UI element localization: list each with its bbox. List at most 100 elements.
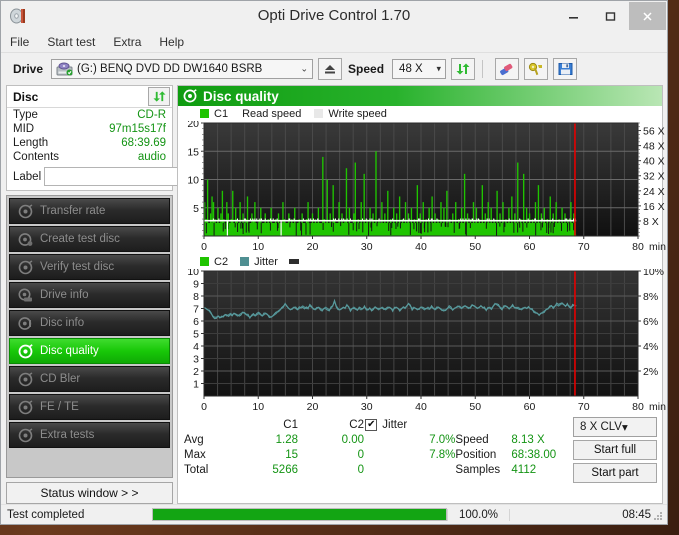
drive-icon: [56, 62, 73, 77]
legend-label-jitter: Jitter: [254, 256, 278, 268]
eject-button[interactable]: [318, 58, 342, 80]
status-message: Test completed: [7, 509, 152, 521]
legend-label-c1: C1: [214, 108, 228, 120]
refresh-speed-button[interactable]: [451, 58, 475, 80]
speed-key: Speed: [455, 434, 511, 446]
svg-text:32 X: 32 X: [643, 171, 665, 183]
disc-extra-icon: [18, 428, 33, 443]
c1-chart[interactable]: 5 10 15 20 8 X 16 X 24 X 32 X 40 X 48 X 56 X 0 10 20 3…: [178, 121, 662, 254]
sidebar-item-label: Create test disc: [40, 233, 120, 245]
status-bar: Test completed 100.0% 08:45: [1, 504, 667, 524]
menu-bar: File Start test Extra Help: [1, 31, 667, 53]
sidebar-item-extra-tests[interactable]: Extra tests: [9, 422, 170, 448]
legend-swatch-c1: [200, 109, 209, 118]
cell-avg-c2: 0.00: [298, 434, 364, 446]
position-row: Position 68:38.00: [455, 447, 573, 462]
application-window: Opti Drive Control 1.70 File Start test …: [0, 0, 668, 525]
sidebar-item-drive-info[interactable]: Drive info: [9, 282, 170, 308]
cell-avg-c1: 1.28: [230, 434, 298, 446]
c2-jitter-chart[interactable]: 1 2 3 4 5 6 7 8 9 10 2% 4% 6% 8% 10% 0 10 20 30 40 50 60 70 80 m…: [178, 269, 662, 414]
error-stats-table: C1 C2 Avg 1.28 0.00 Max 15 0 Total 5266 …: [184, 417, 365, 483]
svg-text:56 X: 56 X: [643, 126, 665, 138]
svg-text:10: 10: [252, 401, 264, 413]
svg-text:8: 8: [193, 291, 199, 303]
erase-button[interactable]: [495, 58, 519, 80]
svg-text:24 X: 24 X: [643, 186, 665, 198]
c2-jitter-chart-legend: C2 Jitter: [178, 254, 662, 269]
disc-label-key: Label: [13, 171, 41, 183]
row-label-total: Total: [184, 464, 230, 476]
close-button[interactable]: [629, 2, 666, 30]
sidebar-item-label: CD Bler: [40, 373, 80, 385]
maximize-button[interactable]: [592, 2, 629, 30]
cell-total-jitter: [365, 462, 455, 477]
cell-total-c1: 5266: [230, 464, 298, 476]
save-button[interactable]: [553, 58, 577, 80]
svg-text:4: 4: [193, 341, 199, 353]
sidebar-item-disc-quality[interactable]: Disc quality: [9, 338, 170, 364]
disc-quality-icon: [18, 344, 33, 359]
sidebar-item-cd-bler[interactable]: CD Bler: [9, 366, 170, 392]
drive-label: Drive: [13, 62, 43, 76]
disc-quality-panel: Disc quality C1 Read speed Write speed 5…: [177, 85, 663, 504]
start-part-button[interactable]: Start part: [573, 463, 657, 483]
menu-item-file[interactable]: File: [1, 33, 38, 51]
sidebar-item-create-test-disc[interactable]: Create test disc: [9, 226, 170, 252]
jitter-checkbox[interactable]: ✔: [365, 419, 377, 431]
menu-item-help[interactable]: Help: [150, 33, 193, 51]
svg-text:10: 10: [187, 175, 199, 187]
panel-header: Disc quality: [178, 86, 662, 106]
c1-chart-legend: C1 Read speed Write speed: [178, 106, 662, 121]
disc-refresh-button[interactable]: [148, 87, 170, 106]
drive-select[interactable]: (G:) BENQ DVD DD DW1640 BSRB ⌄: [51, 59, 313, 79]
svg-text:70: 70: [578, 401, 590, 413]
tools-button[interactable]: [524, 58, 548, 80]
samples-row: Samples 4112: [455, 462, 573, 477]
start-full-button[interactable]: Start full: [573, 440, 657, 460]
sidebar-item-disc-info[interactable]: Disc info: [9, 310, 170, 336]
disc-bler-icon: [18, 372, 33, 387]
status-window-button[interactable]: Status window > >: [6, 482, 173, 504]
speed-select[interactable]: 48 X ▾: [392, 59, 446, 79]
drive-info-icon: [18, 288, 33, 303]
sidebar-item-label: Drive info: [40, 289, 89, 301]
elapsed-time: 08:45: [509, 509, 665, 521]
disc-label-input[interactable]: [44, 167, 194, 186]
sidebar-item-label: Extra tests: [40, 429, 94, 441]
main-body: Disc Type CD-R MID 97m15s17f Length 68:3…: [1, 85, 667, 504]
run-stats-spacer: [455, 417, 573, 432]
legend-swatch-jitter: [240, 257, 249, 266]
svg-text:50: 50: [469, 401, 481, 413]
title-bar: Opti Drive Control 1.70: [1, 1, 667, 31]
minimize-button[interactable]: [555, 2, 592, 30]
legend-label-c2: C2: [214, 256, 228, 268]
svg-text:60: 60: [524, 401, 536, 413]
write-mode-value: 8 X CLV: [580, 421, 622, 433]
disc-row-type: Type CD-R: [7, 108, 172, 122]
sidebar-item-fe-te[interactable]: FE / TE: [9, 394, 170, 420]
legend-label-write-speed: Write speed: [328, 108, 387, 120]
menu-item-start-test[interactable]: Start test: [38, 33, 104, 51]
svg-text:5: 5: [193, 329, 199, 341]
jitter-header: ✔ Jitter: [365, 417, 455, 432]
disc-row-length: Length 68:39.69: [7, 136, 172, 150]
progress-percent: 100.0%: [447, 509, 509, 521]
disc-title: Disc: [13, 90, 38, 104]
samples-value: 4112: [511, 464, 536, 476]
svg-text:10%: 10%: [643, 269, 664, 278]
svg-text:30: 30: [361, 401, 373, 413]
svg-text:4%: 4%: [643, 341, 658, 353]
svg-text:10: 10: [252, 241, 264, 253]
menu-item-extra[interactable]: Extra: [104, 33, 150, 51]
write-mode-select[interactable]: 8 X CLV ▾: [573, 417, 657, 437]
left-panel: Disc Type CD-R MID 97m15s17f Length 68:3…: [6, 85, 173, 504]
svg-text:min: min: [649, 401, 666, 413]
progress-bar: [152, 508, 447, 521]
cell-max-jitter: 7.8%: [365, 447, 455, 462]
disc-info-header: Disc: [7, 86, 172, 108]
sidebar-item-transfer-rate[interactable]: Transfer rate: [9, 198, 170, 224]
sidebar-item-verify-test-disc[interactable]: Verify test disc: [9, 254, 170, 280]
resize-grip-icon[interactable]: [653, 511, 663, 521]
disc-rate-icon: [18, 204, 33, 219]
table-row: Max 15 0: [184, 447, 365, 462]
